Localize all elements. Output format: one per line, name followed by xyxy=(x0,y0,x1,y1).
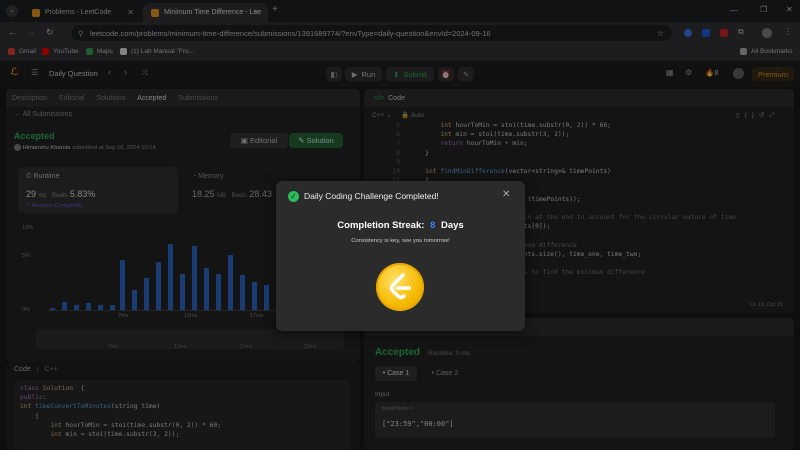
leetcode-logo-icon xyxy=(389,273,411,300)
streak-line: Completion Streak: 8 Days xyxy=(337,220,464,231)
close-icon[interactable]: ✕ xyxy=(502,189,510,200)
check-circle-icon: ✓ xyxy=(288,191,299,202)
daily-challenge-modal: ✓ Daily Coding Challenge Completed! ✕ Co… xyxy=(276,181,525,331)
modal-message: Consistency is key, see you tomorrow! xyxy=(351,238,450,244)
gold-coin-icon xyxy=(376,263,424,311)
streak-value: 8 xyxy=(430,220,436,231)
modal-title: Daily Coding Challenge Completed! xyxy=(304,191,439,201)
